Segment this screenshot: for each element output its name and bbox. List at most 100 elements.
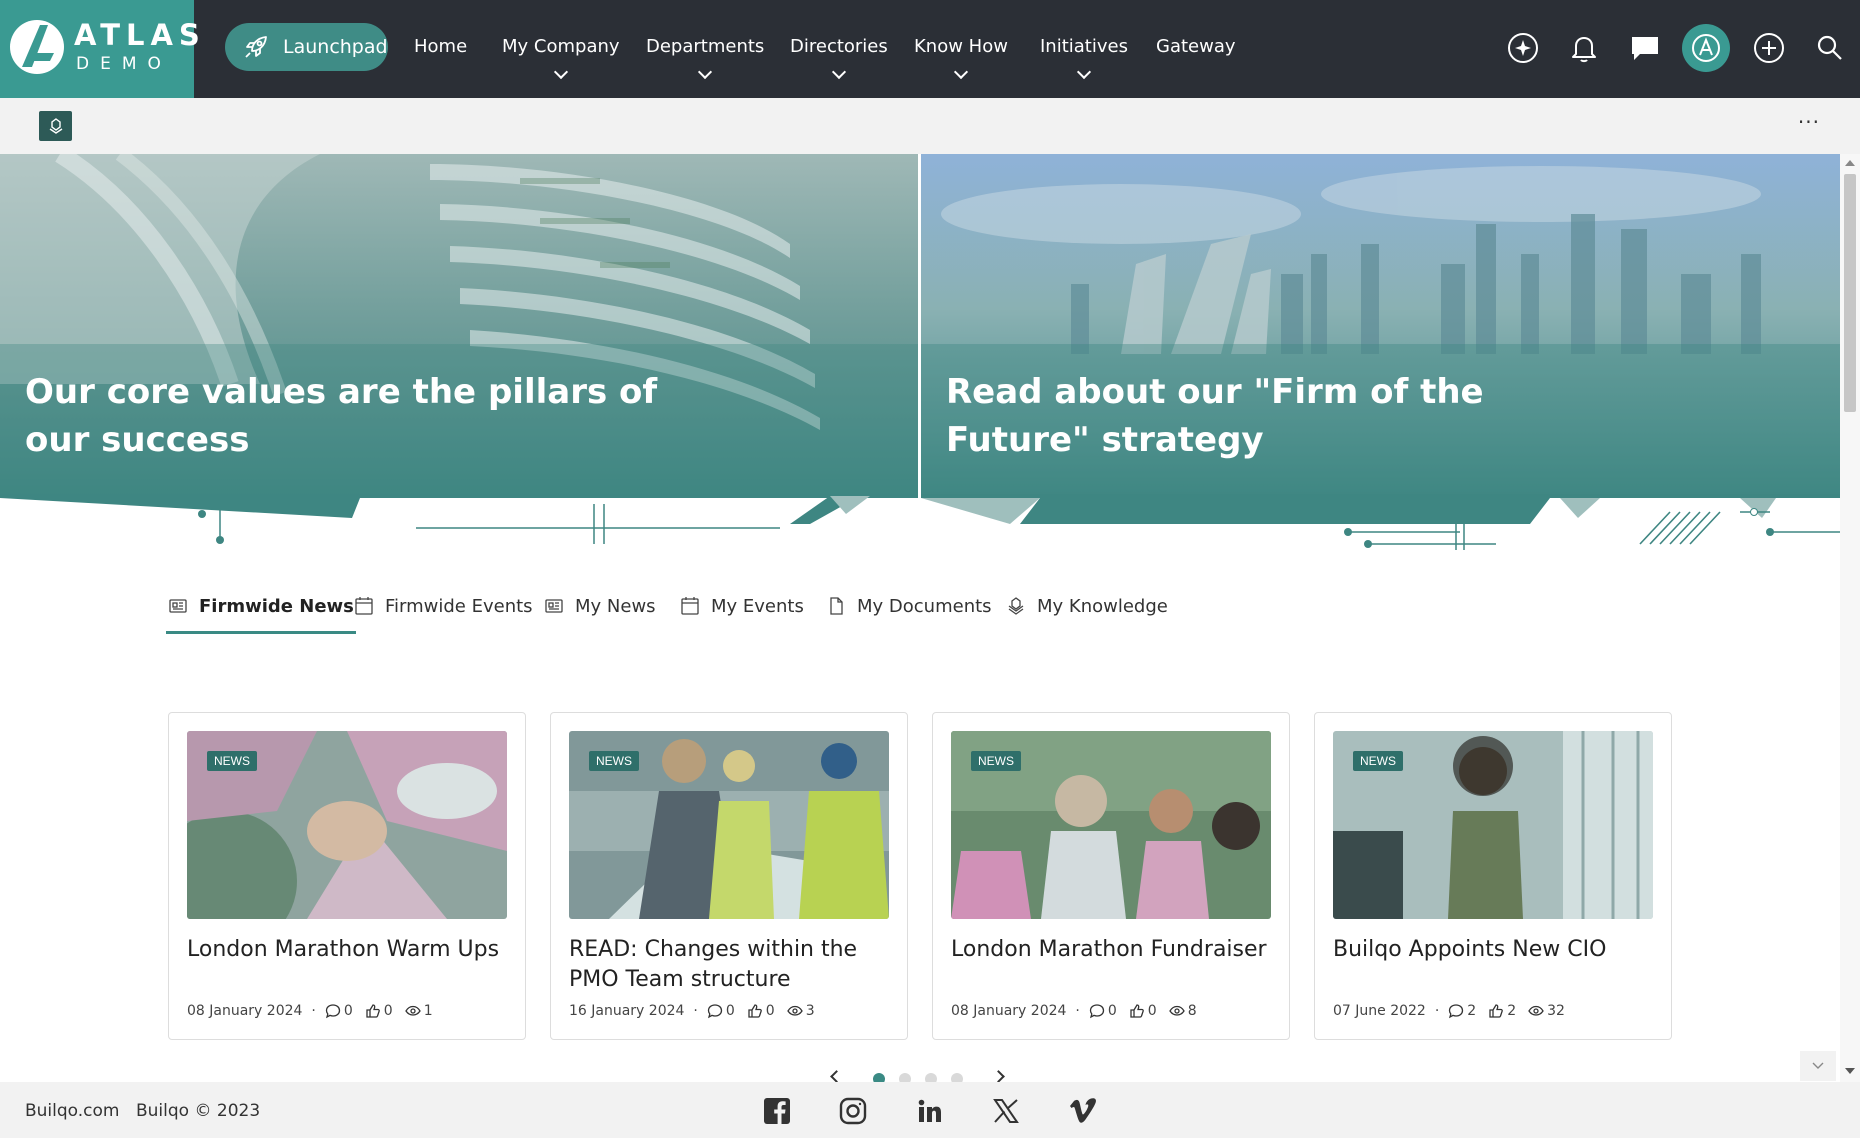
tab-my-news-label: My News [575, 596, 656, 617]
carousel-pager [828, 1070, 1008, 1085]
tab-firmwide-news-label: Firmwide News [199, 596, 354, 617]
scroll-to-bottom-button[interactable] [1800, 1051, 1836, 1081]
brand-name: ATLAS [74, 18, 206, 52]
news-badge: NEWS [589, 751, 639, 771]
chevron-down-icon [831, 64, 846, 80]
scroll-thumb[interactable] [1844, 174, 1856, 412]
page-settings-button[interactable] [39, 111, 72, 141]
hero-title-core-values: Our core values are the pillars of our s… [25, 372, 658, 460]
nav-home[interactable]: Home [414, 36, 467, 57]
news-card-date: 08 January 2024 [187, 1003, 303, 1019]
notifications-button[interactable] [1562, 26, 1606, 70]
comment-icon [1089, 1004, 1105, 1019]
messages-button[interactable] [1623, 26, 1667, 70]
news-card[interactable]: NEWS London Marathon Warm Ups 08 January… [168, 712, 526, 1040]
scroll-up-arrow-icon[interactable] [1845, 160, 1855, 166]
search-button[interactable] [1808, 26, 1852, 70]
news-card-image: NEWS [1333, 731, 1653, 919]
comment-icon [325, 1004, 341, 1019]
sparkle-button[interactable] [1501, 26, 1545, 70]
atlas-logo-icon [10, 20, 64, 74]
atlas-avatar-button[interactable] [1682, 24, 1730, 72]
news-card-title: London Marathon Fundraiser [951, 937, 1267, 962]
thumbs-up-icon [1489, 1004, 1504, 1018]
tab-my-news[interactable]: My News [544, 588, 656, 634]
news-badge: NEWS [1353, 751, 1403, 771]
chevron-down-icon [698, 64, 713, 80]
nav-gateway[interactable]: Gateway [1156, 36, 1236, 57]
tab-my-documents-label: My Documents [857, 596, 992, 617]
nav-initiatives-label: Initiatives [1040, 36, 1128, 57]
tab-firmwide-events[interactable]: Firmwide Events [354, 588, 533, 634]
atlas-avatar-icon [1692, 34, 1720, 62]
comment-count: 0 [325, 1003, 353, 1019]
hero-banner-firm-of-future[interactable]: Read about our "Firm of the Future" stra… [921, 154, 1840, 498]
eye-icon [786, 1005, 803, 1016]
nav-departments-label: Departments [646, 36, 765, 57]
view-count: 32 [1528, 1003, 1565, 1019]
tab-my-knowledge-label: My Knowledge [1037, 596, 1168, 617]
news-card[interactable]: NEWS READ: Changes within the PMO Team s… [550, 712, 908, 1040]
tab-firmwide-news[interactable]: Firmwide News [166, 588, 356, 634]
page-scrollbar[interactable] [1840, 154, 1860, 1082]
news-card-image: NEWS [187, 731, 507, 919]
scroll-down-arrow-icon[interactable] [1845, 1068, 1855, 1074]
nav-directories-label: Directories [790, 36, 888, 57]
footer-copyright: Builqo © 2023 [136, 1101, 261, 1121]
eye-icon [1528, 1005, 1544, 1016]
brand-subtitle: DEMO [76, 54, 172, 74]
news-card-meta: 16 January 2024 · 0 0 3 [569, 1003, 815, 1019]
comment-count: 0 [1089, 1003, 1117, 1019]
tab-my-events[interactable]: My Events [680, 588, 804, 634]
comment-icon [1449, 1004, 1464, 1019]
chevron-right-icon[interactable] [992, 1070, 1005, 1083]
facebook-link[interactable] [762, 1096, 792, 1126]
atlas-logo[interactable]: ATLAS DEMO [0, 0, 200, 98]
nav-departments[interactable]: Departments [646, 36, 765, 80]
linkedin-link[interactable] [915, 1096, 945, 1126]
bell-icon [1572, 37, 1596, 63]
tab-firmwide-events-label: Firmwide Events [385, 596, 533, 617]
nav-directories[interactable]: Directories [790, 36, 888, 80]
view-count: 3 [786, 1003, 815, 1019]
instagram-link[interactable] [838, 1096, 868, 1126]
vimeo-link[interactable] [1068, 1096, 1098, 1126]
document-icon [830, 597, 843, 615]
tab-my-documents[interactable]: My Documents [826, 588, 992, 634]
news-badge: NEWS [971, 751, 1021, 771]
hero-decoration [0, 494, 1840, 550]
search-icon [1817, 35, 1842, 60]
comment-count: 0 [707, 1003, 735, 1019]
launchpad-button[interactable]: Launchpad [225, 23, 388, 71]
chevron-left-icon[interactable] [830, 1070, 843, 1083]
nav-my-company-label: My Company [502, 36, 620, 57]
footer-site-link[interactable]: Builqo.com [25, 1101, 120, 1121]
nav-initiatives[interactable]: Initiatives [1040, 36, 1128, 80]
thumbs-up-icon [366, 1004, 380, 1018]
hero-title-firm-of-future: Read about our "Firm of the Future" stra… [946, 372, 1484, 460]
page-footer: Builqo.com Builqo © 2023 [0, 1082, 1860, 1138]
news-card-image: NEWS [569, 731, 889, 919]
add-button[interactable] [1747, 26, 1791, 70]
news-card-title: London Marathon Warm Ups [187, 937, 500, 962]
news-card[interactable]: NEWS London Marathon Fundraiser 08 Janua… [932, 712, 1290, 1040]
thumbs-up-icon [1130, 1004, 1144, 1018]
tab-my-knowledge[interactable]: My Knowledge [1006, 588, 1168, 634]
hero-banner-core-values[interactable]: Our core values are the pillars of our s… [0, 154, 918, 498]
news-card[interactable]: NEWS Builqo Appoints New CIO 07 June 202… [1314, 712, 1672, 1040]
facebook-icon [764, 1098, 790, 1124]
news-card-title: Builqo Appoints New CIO [1333, 937, 1607, 962]
news-card-meta: 08 January 2024 · 0 0 1 [187, 1003, 433, 1019]
nav-know-how[interactable]: Know How [914, 36, 1008, 80]
calendar-icon [681, 597, 699, 615]
more-options-button[interactable]: ··· [1798, 110, 1820, 134]
add-circle-icon [1754, 33, 1784, 63]
view-count: 1 [404, 1003, 433, 1019]
nav-my-company[interactable]: My Company [502, 36, 620, 80]
news-card-meta: 08 January 2024 · 0 0 8 [951, 1003, 1197, 1019]
rocket-icon [245, 36, 267, 58]
comment-count: 2 [1448, 1003, 1476, 1019]
x-link[interactable] [991, 1096, 1021, 1126]
news-badge: NEWS [207, 751, 257, 771]
vimeo-icon [1070, 1098, 1096, 1123]
